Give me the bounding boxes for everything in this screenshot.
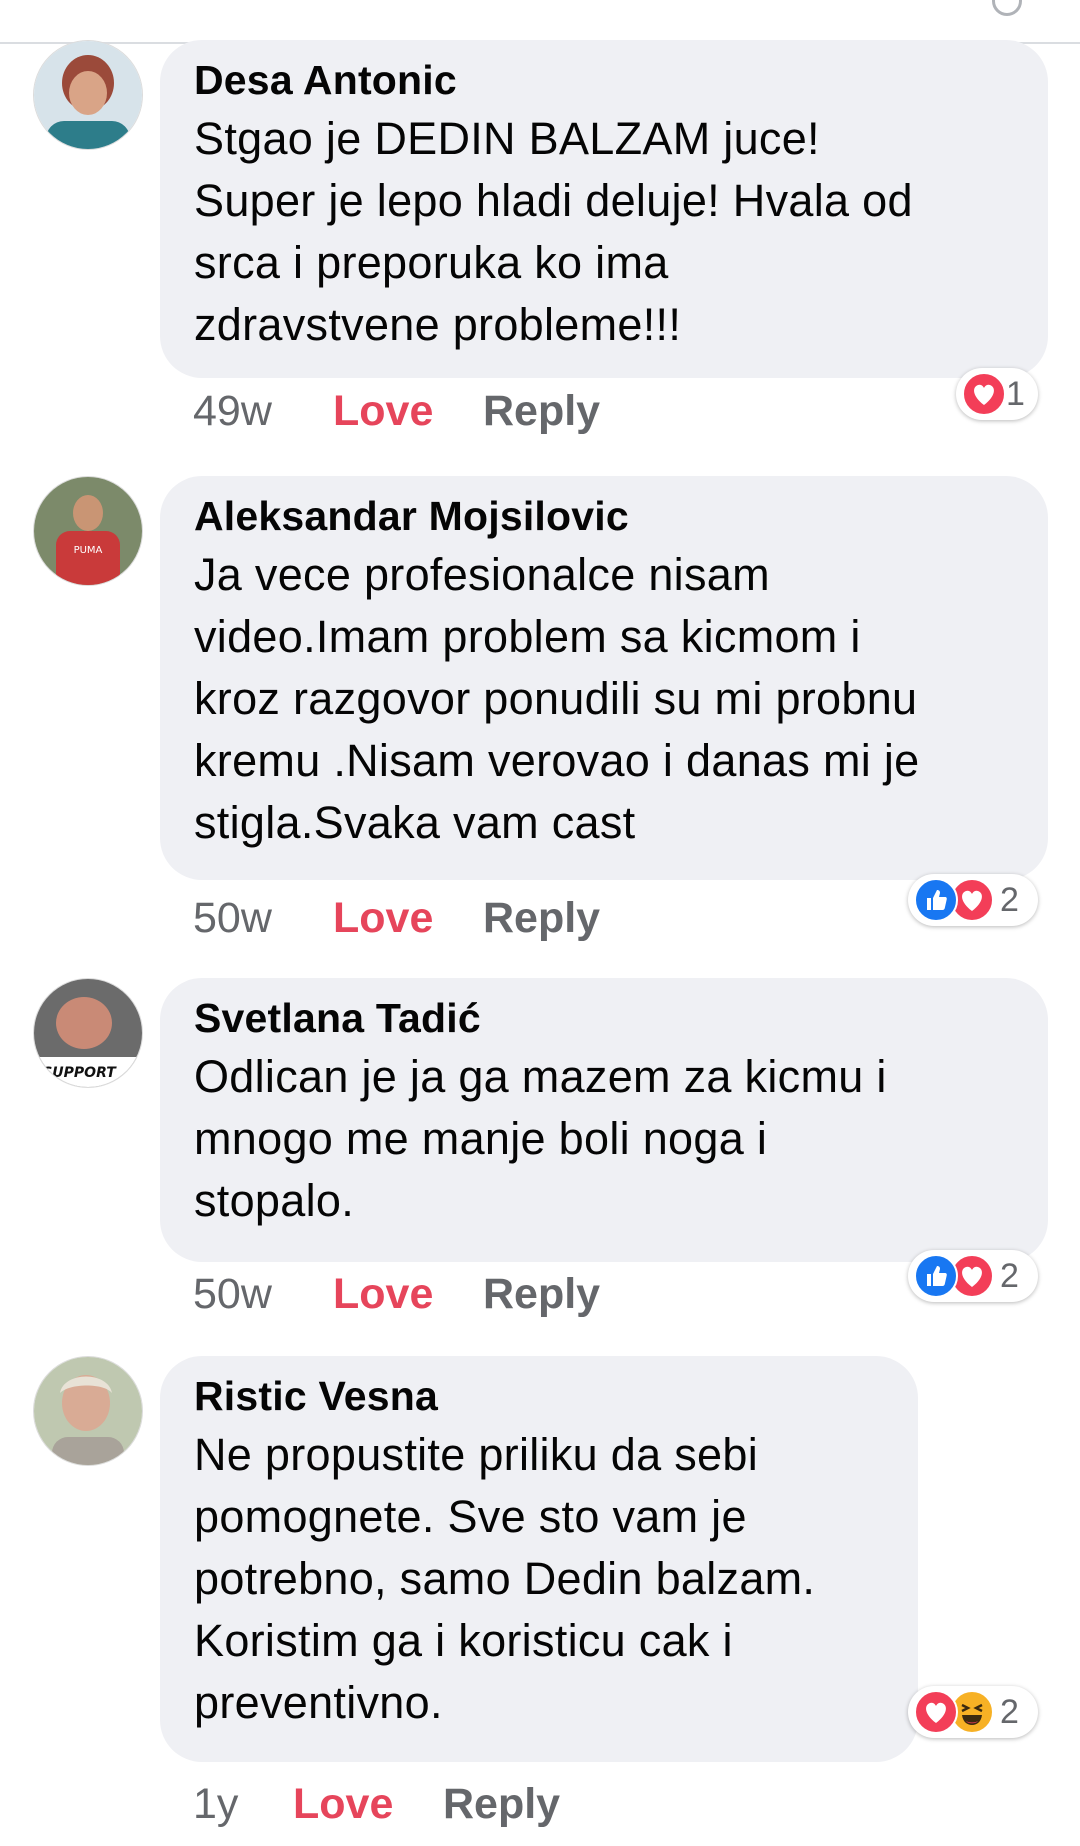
comment-text-line: kremu .Nisam verovao i danas mi je bbox=[194, 735, 920, 786]
comment-author[interactable]: Aleksandar Mojsilovic bbox=[194, 490, 1014, 542]
reply-button[interactable]: Reply bbox=[443, 1780, 560, 1829]
comment-text-line: video.Imam problem sa kicmom i bbox=[194, 611, 861, 662]
comment-text: Stgao je DEDIN BALZAM juce! Super je lep… bbox=[194, 108, 1014, 356]
heart-icon bbox=[962, 372, 1006, 416]
comment-author[interactable]: Svetlana Tadić bbox=[194, 992, 1014, 1044]
avatar[interactable] bbox=[33, 1356, 143, 1466]
comment-text: Ja vece profesionalce nisam video.Imam p… bbox=[194, 544, 1014, 854]
comment-text-line: mnogo me manje boli noga i bbox=[194, 1113, 768, 1164]
reaction-summary[interactable]: 1 bbox=[956, 368, 1038, 420]
comment-bubble: Aleksandar Mojsilovic Ja vece profesiona… bbox=[160, 476, 1048, 880]
love-button[interactable]: Love bbox=[333, 387, 433, 436]
comment-text-line: kroz razgovor ponudili su mi probnu bbox=[194, 673, 918, 724]
comment-timestamp[interactable]: 49w bbox=[193, 387, 272, 436]
comment-text-line: stigla.Svaka vam cast bbox=[194, 797, 636, 848]
comment-author[interactable]: Desa Antonic bbox=[194, 54, 1014, 106]
love-button[interactable]: Love bbox=[333, 1270, 433, 1319]
reaction-count: 2 bbox=[1000, 1693, 1019, 1731]
comment-text-line: potrebno, samo Dedin balzam. bbox=[194, 1553, 816, 1604]
comment-timestamp[interactable]: 50w bbox=[193, 894, 272, 943]
comment-text-line: stopalo. bbox=[194, 1175, 355, 1226]
comment-text-line: Stgao je DEDIN BALZAM juce! bbox=[194, 113, 820, 164]
comment-text: Ne propustite priliku da sebi pomognete.… bbox=[194, 1424, 884, 1734]
reaction-summary[interactable]: 2 bbox=[908, 874, 1038, 926]
avatar[interactable]: PUMA bbox=[33, 476, 143, 586]
comment-text-line: preventivno. bbox=[194, 1677, 443, 1728]
avatar[interactable]: SUPPORT bbox=[33, 978, 143, 1088]
partial-icon bbox=[992, 0, 1022, 16]
heart-icon bbox=[914, 1690, 958, 1734]
comment-timestamp[interactable]: 1y bbox=[193, 1780, 238, 1829]
comment-text: Odlican je ja ga mazem za kicmu i mnogo … bbox=[194, 1046, 1014, 1232]
reply-button[interactable]: Reply bbox=[483, 894, 600, 943]
love-button[interactable]: Love bbox=[293, 1780, 393, 1829]
comment-text-line: Odlican je ja ga mazem za kicmu i bbox=[194, 1051, 887, 1102]
comment-text-line: zdravstvene probleme!!! bbox=[194, 299, 682, 350]
reaction-count: 2 bbox=[1000, 881, 1019, 919]
comment-text-line: Ne propustite priliku da sebi bbox=[194, 1429, 758, 1480]
comment-text-line: srca i preporuka ko ima bbox=[194, 237, 669, 288]
comment-text-line: Super je lepo hladi deluje! Hvala od bbox=[194, 175, 913, 226]
reply-button[interactable]: Reply bbox=[483, 1270, 600, 1319]
comment-author[interactable]: Ristic Vesna bbox=[194, 1370, 884, 1422]
like-icon bbox=[914, 878, 958, 922]
avatar[interactable] bbox=[33, 40, 143, 150]
comment-text-line: Ja vece profesionalce nisam bbox=[194, 549, 770, 600]
reaction-summary[interactable]: 2 bbox=[908, 1686, 1038, 1738]
comment-text-line: Koristim ga i koristicu cak i bbox=[194, 1615, 733, 1666]
like-icon bbox=[914, 1254, 958, 1298]
comment-text-line: pomognete. Sve sto vam je bbox=[194, 1491, 747, 1542]
svg-text:PUMA: PUMA bbox=[74, 545, 103, 556]
top-bar bbox=[0, 0, 1080, 44]
comment-timestamp[interactable]: 50w bbox=[193, 1270, 272, 1319]
reaction-count: 1 bbox=[1006, 375, 1025, 413]
reaction-summary[interactable]: 2 bbox=[908, 1250, 1038, 1302]
avatar-text: SUPPORT bbox=[42, 1065, 117, 1081]
comment-bubble: Ristic Vesna Ne propustite priliku da se… bbox=[160, 1356, 918, 1762]
comment-bubble: Desa Antonic Stgao je DEDIN BALZAM juce!… bbox=[160, 40, 1048, 378]
love-button[interactable]: Love bbox=[333, 894, 433, 943]
reaction-count: 2 bbox=[1000, 1257, 1019, 1295]
reply-button[interactable]: Reply bbox=[483, 387, 600, 436]
comment-bubble: Svetlana Tadić Odlican je ja ga mazem za… bbox=[160, 978, 1048, 1262]
